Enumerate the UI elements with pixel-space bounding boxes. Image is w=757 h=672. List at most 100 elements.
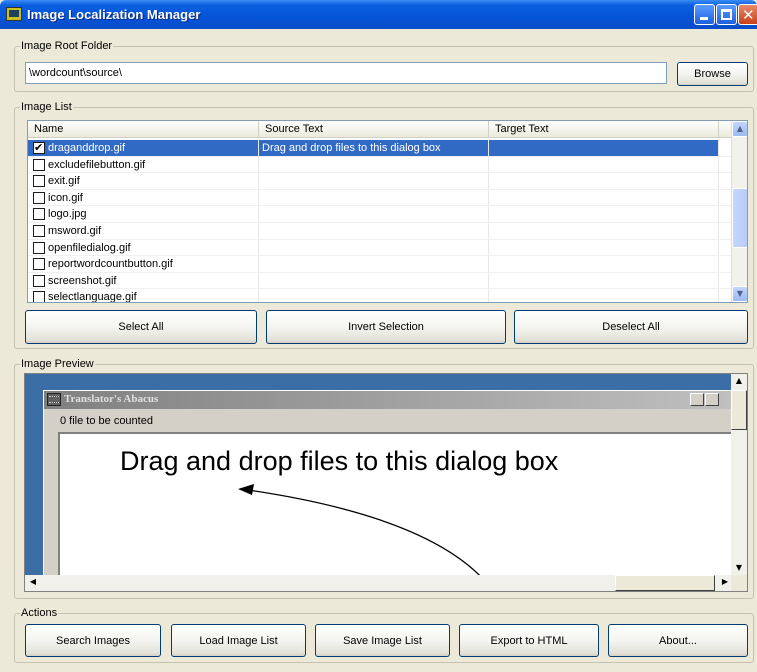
preview-vscroll-thumb[interactable] <box>731 390 747 430</box>
list-item-name: openfiledialog.gif <box>48 241 131 254</box>
column-header-name[interactable]: Name <box>28 121 259 138</box>
list-item-source <box>259 156 489 173</box>
about-button[interactable]: About... <box>608 624 748 657</box>
preview-window-title: Translator's Abacus <box>64 393 159 405</box>
list-item-name: logo.jpg <box>48 208 87 221</box>
list-scroll-thumb[interactable] <box>732 188 747 248</box>
list-item-name-cell: excludefilebutton.gif <box>28 156 259 173</box>
scroll-left-icon[interactable]: ◀ <box>25 575 41 591</box>
list-item[interactable]: reportwordcountbutton.gif <box>28 256 733 273</box>
list-item[interactable]: excludefilebutton.gif <box>28 156 733 174</box>
checkbox-icon[interactable] <box>33 191 45 204</box>
image-list-legend: Image List <box>21 101 72 113</box>
save-image-list-button[interactable]: Save Image List <box>315 624 450 657</box>
checkbox-icon[interactable] <box>33 224 45 237</box>
checkbox-icon[interactable] <box>33 258 45 271</box>
list-item-target <box>489 222 719 239</box>
load-image-list-button[interactable]: Load Image List <box>171 624 306 657</box>
list-item-name-cell: selectlanguage.gif <box>28 289 259 303</box>
list-item-target <box>489 140 719 156</box>
list-item[interactable]: logo.jpg <box>28 206 733 223</box>
list-item-target <box>489 239 719 256</box>
root-folder-legend: Image Root Folder <box>21 40 113 52</box>
list-item[interactable]: draganddrop.gif Drag and drop files to t… <box>28 140 733 157</box>
preview-drop-area: Drag and drop files to this dialog box <box>58 432 747 591</box>
preview-window-titlebar: Translator's Abacus <box>44 391 738 409</box>
list-item-name-cell: msword.gif <box>28 222 259 239</box>
list-item[interactable]: exit.gif <box>28 173 733 190</box>
list-item-target <box>489 173 719 189</box>
scroll-down-icon[interactable]: ▼ <box>732 286 747 302</box>
list-vertical-scrollbar[interactable]: ▲ ▼ <box>731 121 747 302</box>
minimize-icon <box>700 17 708 20</box>
list-item-source <box>259 206 489 222</box>
list-item-name-cell: icon.gif <box>28 189 259 206</box>
list-item-name-cell: draganddrop.gif <box>28 140 259 156</box>
preview-hscroll-thumb[interactable] <box>615 575 715 591</box>
window-title: Image Localization Manager <box>27 7 201 22</box>
close-icon: ✕ <box>742 6 755 24</box>
list-item-name: selectlanguage.gif <box>48 291 137 303</box>
close-button[interactable]: ✕ <box>738 4 757 25</box>
checkbox-icon[interactable] <box>33 274 45 287</box>
list-item-name-cell: openfiledialog.gif <box>28 239 259 256</box>
invert-selection-button[interactable]: Invert Selection <box>266 310 506 344</box>
deselect-all-button[interactable]: Deselect All <box>514 310 748 344</box>
list-item-name: icon.gif <box>48 191 83 204</box>
preview-status-text: 0 file to be counted <box>60 415 153 427</box>
list-item-source <box>259 256 489 272</box>
column-header-source-text[interactable]: Source Text <box>259 121 489 138</box>
list-item-target <box>489 189 719 206</box>
list-item-source: Drag and drop files to this dialog box <box>259 140 489 156</box>
list-item-name: excludefilebutton.gif <box>48 158 146 171</box>
list-rows: draganddrop.gif Drag and drop files to t… <box>28 140 733 303</box>
preview-maximize-icon <box>705 393 719 406</box>
list-item-name-cell: screenshot.gif <box>28 272 259 289</box>
checkbox-icon[interactable] <box>33 208 45 221</box>
export-to-html-button[interactable]: Export to HTML <box>459 624 599 657</box>
minimize-button[interactable] <box>694 4 715 25</box>
image-list-view[interactable]: Name Source Text Target Text draganddrop… <box>27 120 748 303</box>
list-item[interactable]: msword.gif <box>28 222 733 240</box>
list-item[interactable]: screenshot.gif <box>28 272 733 290</box>
root-folder-input[interactable] <box>25 62 667 84</box>
preview-image: Translator's Abacus 0 file to be counted… <box>43 390 747 591</box>
list-item-name: exit.gif <box>48 175 80 188</box>
scroll-up-icon[interactable]: ▲ <box>731 374 747 390</box>
list-item-name: draganddrop.gif <box>48 142 126 154</box>
search-images-button[interactable]: Search Images <box>25 624 161 657</box>
preview-horizontal-scrollbar[interactable]: ◀ ▶ <box>25 575 733 591</box>
list-item[interactable]: openfiledialog.gif <box>28 239 733 257</box>
select-all-button[interactable]: Select All <box>25 310 257 344</box>
browse-button[interactable]: Browse <box>677 62 748 86</box>
list-item-source <box>259 239 489 256</box>
actions-legend: Actions <box>21 607 58 619</box>
maximize-icon <box>721 9 732 20</box>
scroll-corner <box>731 575 747 591</box>
image-preview-pane[interactable]: Translator's Abacus 0 file to be counted… <box>24 373 748 592</box>
image-preview-legend: Image Preview <box>21 358 94 370</box>
list-item-target <box>489 156 719 173</box>
title-bar[interactable]: Image Localization Manager ✕ <box>0 0 757 29</box>
maximize-button[interactable] <box>716 4 737 25</box>
checkbox-icon[interactable] <box>33 241 45 254</box>
preview-vertical-scrollbar[interactable]: ▲ ▼ <box>731 374 747 577</box>
list-item-name-cell: reportwordcountbutton.gif <box>28 256 259 272</box>
list-item-source <box>259 173 489 189</box>
list-item-target <box>489 256 719 272</box>
checkbox-icon[interactable] <box>33 291 45 302</box>
list-item[interactable]: icon.gif <box>28 189 733 207</box>
checkbox-icon[interactable] <box>33 158 45 171</box>
scroll-up-icon[interactable]: ▲ <box>732 121 747 137</box>
preview-minimize-icon <box>690 393 704 406</box>
list-item-source <box>259 272 489 289</box>
column-header-target-text[interactable]: Target Text <box>489 121 719 138</box>
checkbox-icon[interactable] <box>33 175 45 188</box>
curved-arrow-icon <box>238 484 494 591</box>
abacus-icon <box>47 393 61 406</box>
list-item-name-cell: logo.jpg <box>28 206 259 222</box>
list-item-target <box>489 289 719 302</box>
list-item-name: screenshot.gif <box>48 274 117 287</box>
checkbox-icon[interactable] <box>33 140 45 156</box>
list-item[interactable]: selectlanguage.gif <box>28 289 733 303</box>
